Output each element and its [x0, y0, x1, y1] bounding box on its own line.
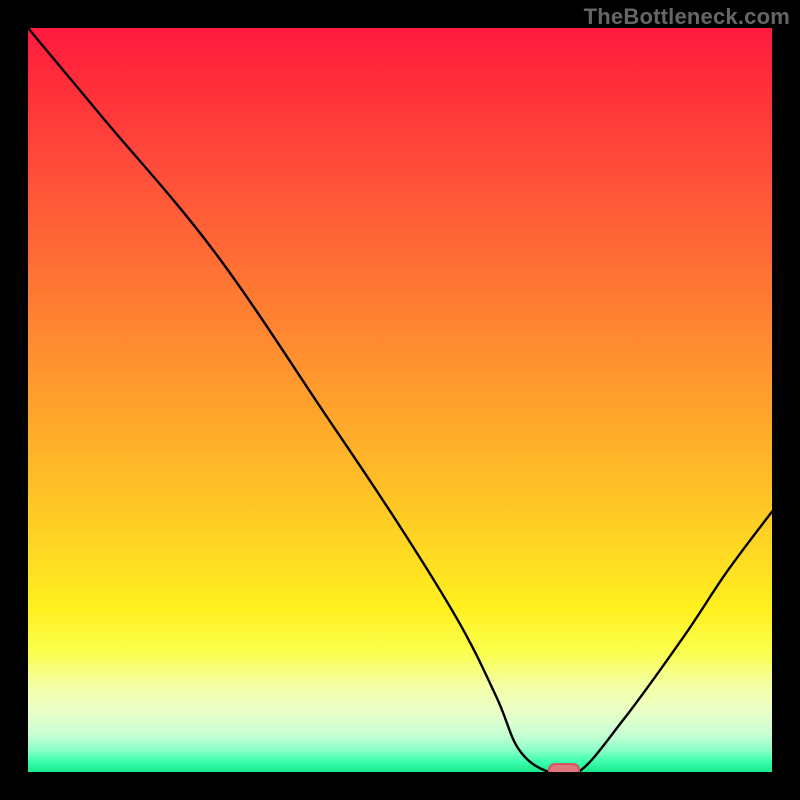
watermark-text: TheBottleneck.com [584, 4, 790, 30]
chart-frame: TheBottleneck.com [0, 0, 800, 800]
bottleneck-curve [28, 28, 772, 772]
plot-area [28, 28, 772, 772]
optimal-point-marker [548, 763, 580, 772]
